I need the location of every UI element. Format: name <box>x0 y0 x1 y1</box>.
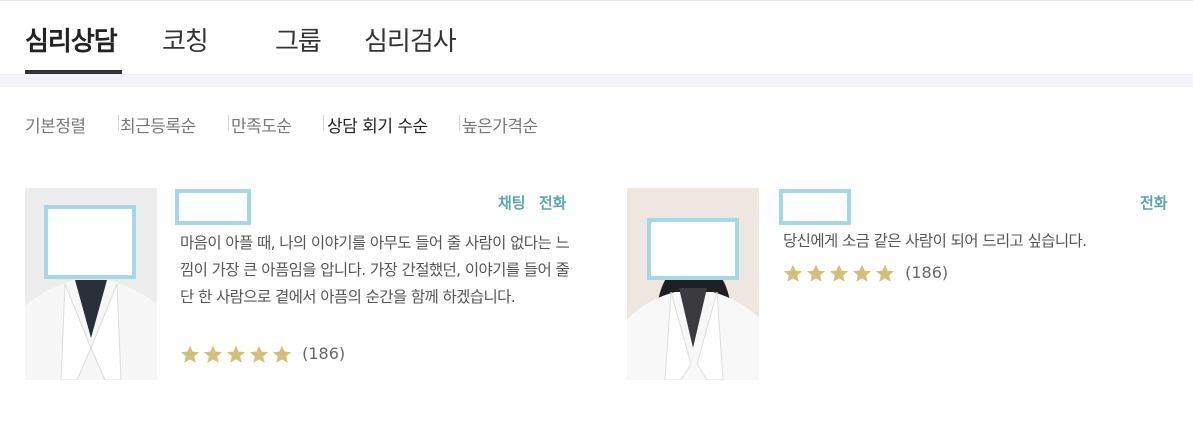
sort-separator <box>118 115 119 131</box>
consult-methods: 채팅 전화 <box>498 192 566 213</box>
sort-separator <box>459 115 460 131</box>
section-divider <box>0 74 1193 87</box>
counselor-photo <box>25 188 157 380</box>
tag-phone[interactable]: 전화 <box>539 194 567 212</box>
star-icon <box>875 264 895 282</box>
rating: (186) <box>783 262 948 282</box>
star-rating <box>783 263 898 283</box>
star-rating <box>180 344 295 364</box>
star-icon <box>272 345 292 363</box>
review-count: (186) <box>905 263 949 282</box>
name-mask <box>779 189 851 225</box>
tab-psych-test[interactable]: 심리검사 <box>364 21 457 58</box>
consult-methods: 전화 <box>1140 192 1168 213</box>
tag-phone[interactable]: 전화 <box>1140 194 1168 212</box>
rating: (186) <box>180 343 345 363</box>
tab-counseling[interactable]: 심리상담 <box>25 21 118 58</box>
sort-separator <box>228 115 229 131</box>
star-icon <box>249 345 269 363</box>
star-icon <box>180 345 200 363</box>
sort-separator <box>323 115 324 131</box>
counselor-description: 마음이 아플 때, 나의 이야기를 아무도 들어 줄 사람이 없다는 느낌이 가… <box>180 234 570 306</box>
tab-group[interactable]: 그룹 <box>275 21 322 58</box>
star-icon <box>829 264 849 282</box>
name-mask <box>175 189 251 225</box>
face-mask <box>647 218 739 280</box>
star-icon <box>806 264 826 282</box>
sort-default[interactable]: 기본정렬 <box>25 112 86 137</box>
sort-session-count[interactable]: 상담 회기 수순 <box>327 112 428 137</box>
star-icon <box>203 345 223 363</box>
sort-recent[interactable]: 최근등록순 <box>120 112 196 137</box>
tab-coaching[interactable]: 코칭 <box>162 21 209 58</box>
counselor-photo <box>627 188 759 380</box>
top-navigation: 심리상담 코칭 그룹 심리검사 <box>0 0 1193 74</box>
tag-chat[interactable]: 채팅 <box>498 194 526 212</box>
sort-satisfaction[interactable]: 만족도순 <box>231 112 292 137</box>
star-icon <box>852 264 872 282</box>
sort-price-high[interactable]: 높은가격순 <box>462 112 538 137</box>
star-icon <box>226 345 246 363</box>
face-mask <box>44 205 136 279</box>
counselor-description: 당신에게 소금 같은 사람이 되어 드리고 싶습니다. <box>783 232 1087 250</box>
star-icon <box>783 264 803 282</box>
review-count: (186) <box>302 344 346 363</box>
